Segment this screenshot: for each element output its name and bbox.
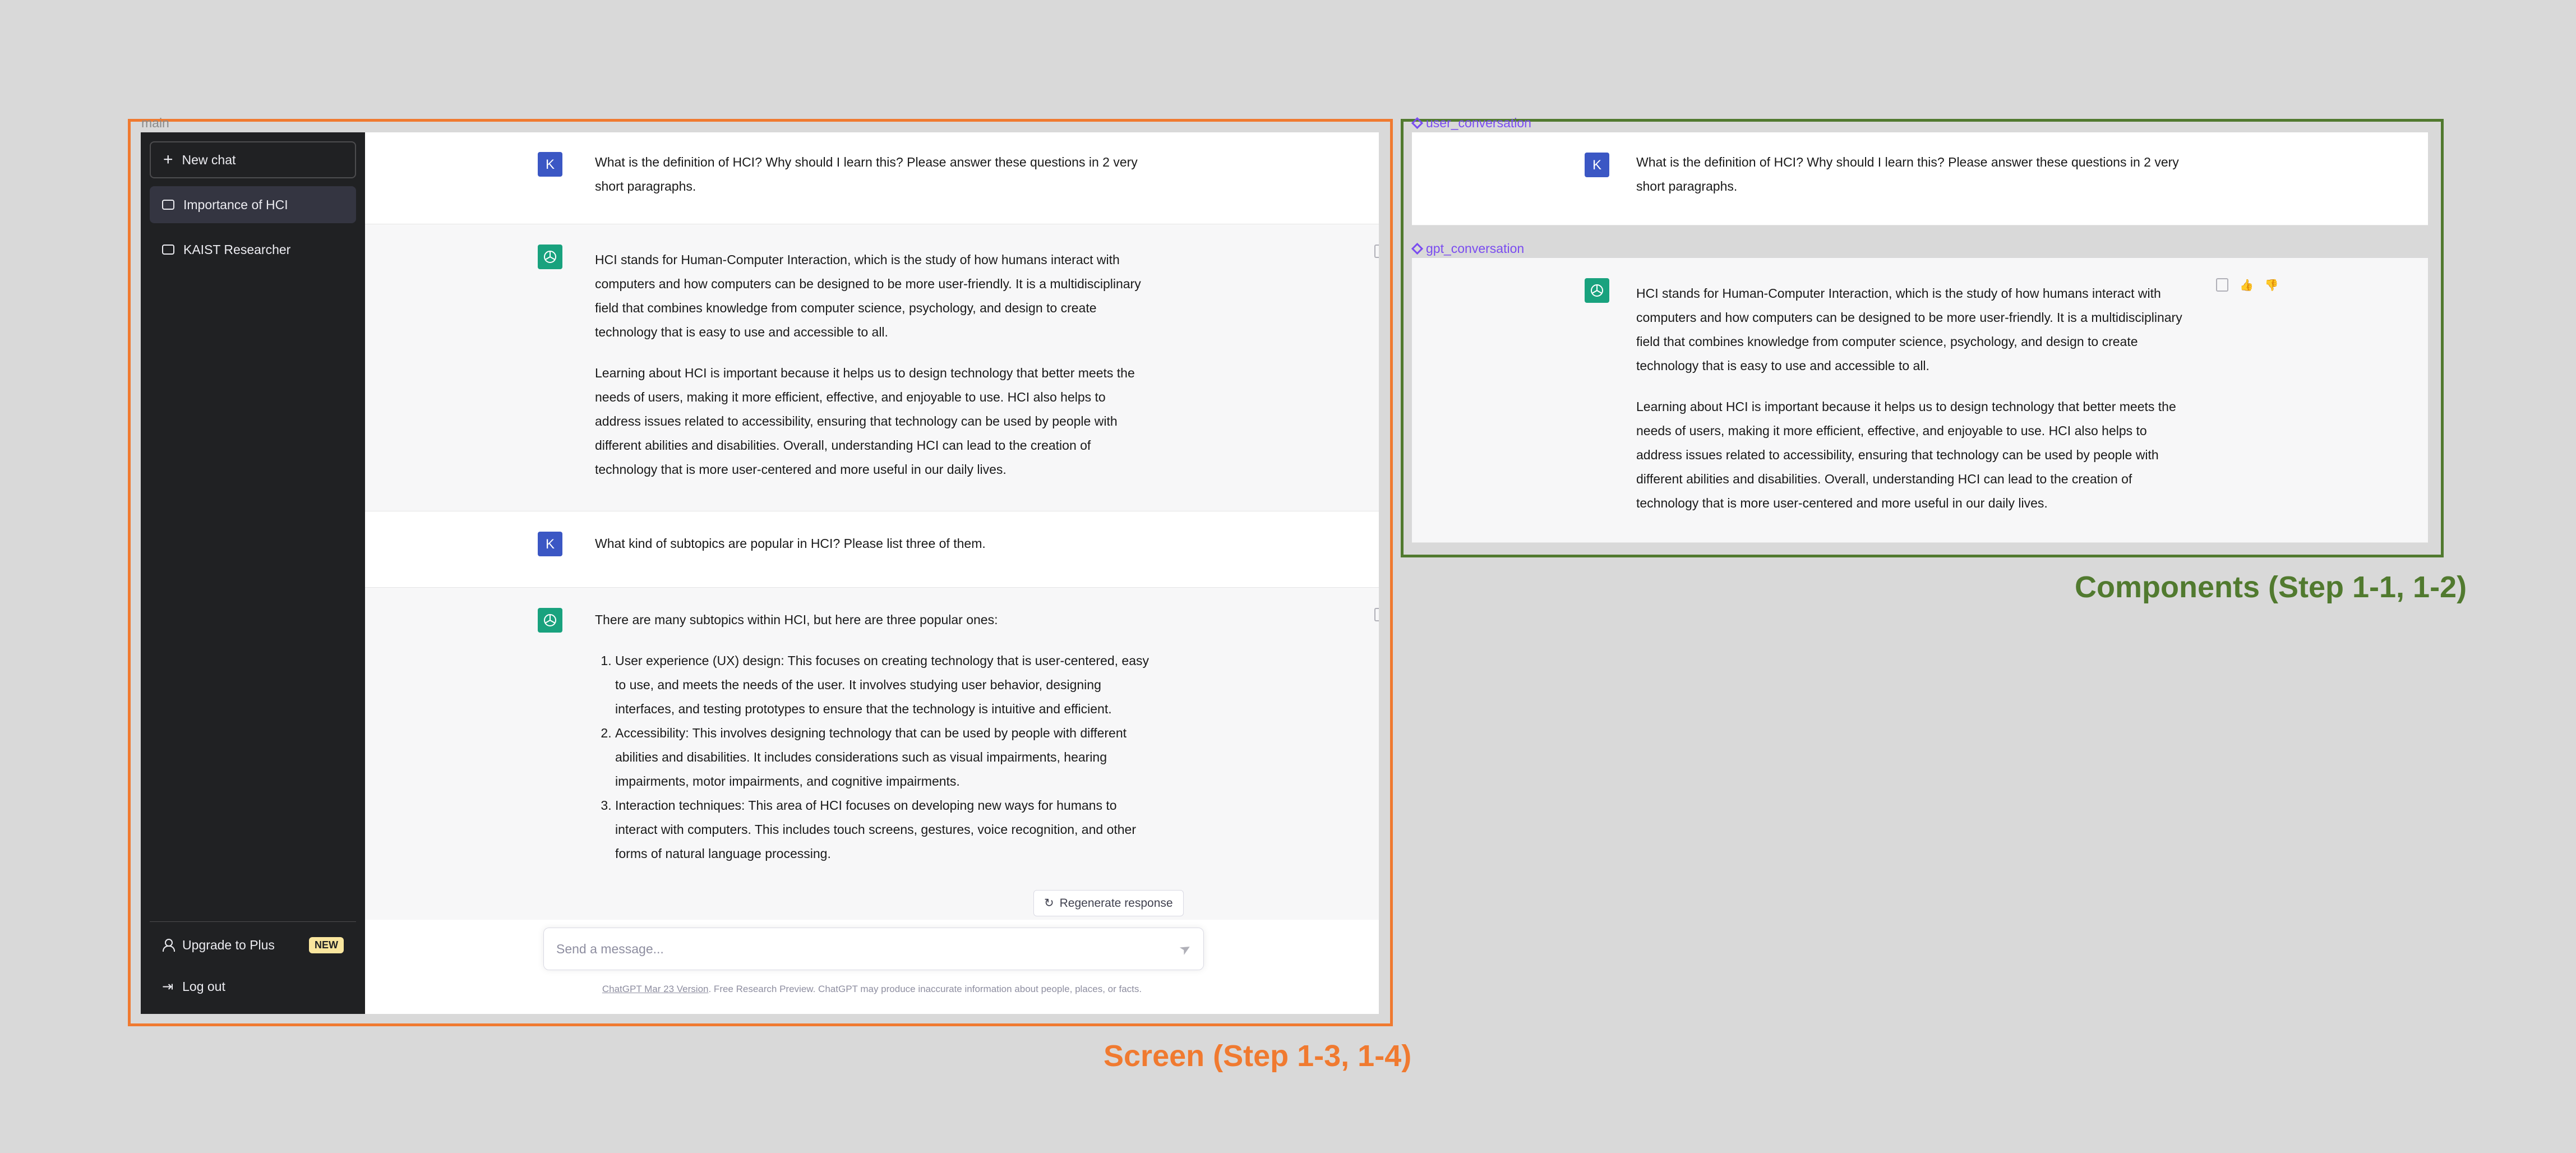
user-avatar: K — [538, 532, 562, 556]
user-message: K What kind of subtopics are popular in … — [365, 511, 1379, 588]
user-message-text: What is the definition of HCI? Why shoul… — [595, 155, 1138, 193]
logout-label: Log out — [182, 979, 225, 994]
sidebar-item-kaist-researcher[interactable]: KAIST Researcher — [150, 231, 356, 268]
disclaimer-text: . Free Research Preview. ChatGPT may pro… — [708, 984, 1142, 994]
regenerate-label: Regenerate response — [1059, 896, 1173, 910]
chatgpt-logo-icon — [1585, 278, 1609, 303]
copy-icon[interactable] — [1374, 245, 1379, 258]
user-avatar: K — [538, 152, 562, 177]
message-actions: 👍 👎 — [2216, 278, 2279, 292]
copy-icon[interactable] — [1374, 608, 1379, 621]
upgrade-label: Upgrade to Plus — [182, 937, 275, 952]
list-item: Interaction techniques: This area of HCI… — [615, 794, 1150, 866]
gpt-conversation-component: HCI stands for Human-Computer Interactio… — [1412, 258, 2428, 543]
sidebar-item-importance-of-hci[interactable]: Importance of HCI — [150, 186, 356, 223]
chatgpt-logo-icon — [538, 608, 562, 633]
copy-icon[interactable] — [2216, 278, 2228, 292]
message-actions: 👍 👎 — [1374, 245, 1379, 259]
chat-app: + New chat Importance of HCI KAIST Resea… — [141, 132, 1379, 1014]
logout-icon: ⇥ — [162, 979, 174, 994]
message-actions: 👍 👎 — [1374, 608, 1379, 622]
new-chat-button[interactable]: + New chat — [150, 141, 356, 178]
sidebar-item-label: KAIST Researcher — [183, 242, 291, 257]
sidebar-footer: Upgrade to Plus NEW ⇥ Log out — [150, 921, 356, 1005]
thumbs-up-icon[interactable]: 👍 — [2240, 278, 2254, 292]
component-icon — [1411, 242, 1424, 255]
user-message: K What is the definition of HCI? Why sho… — [365, 132, 1379, 224]
version-link[interactable]: ChatGPT Mar 23 Version — [602, 984, 709, 994]
assistant-paragraph: Learning about HCI is important because … — [1636, 399, 2176, 510]
sidebar: + New chat Importance of HCI KAIST Resea… — [141, 132, 365, 1014]
new-chat-label: New chat — [182, 152, 236, 167]
component-name: user_conversation — [1426, 116, 1531, 130]
user-message-text: What kind of subtopics are popular in HC… — [595, 536, 986, 551]
conversation-pane: K What is the definition of HCI? Why sho… — [365, 132, 1379, 1014]
component-icon — [1411, 117, 1424, 130]
component-name: gpt_conversation — [1426, 241, 1525, 256]
chat-bubble-icon — [162, 200, 174, 210]
user-avatar: K — [1585, 153, 1609, 177]
assistant-paragraph: Learning about HCI is important because … — [595, 366, 1135, 477]
screen-caption: Screen (Step 1-3, 1-4) — [1104, 1039, 1412, 1073]
assistant-paragraph: HCI stands for Human-Computer Interactio… — [1636, 286, 2182, 373]
plus-icon: + — [163, 150, 173, 169]
send-icon[interactable]: ➤ — [1176, 939, 1194, 958]
list-item: Accessibility: This involves designing t… — [615, 721, 1150, 794]
new-badge: NEW — [309, 937, 344, 953]
chat-bubble-icon — [162, 245, 174, 255]
sidebar-item-label: Importance of HCI — [183, 197, 288, 212]
regenerate-response-button[interactable]: ↻ Regenerate response — [1033, 890, 1184, 916]
user-component-label: user_conversation — [1411, 116, 1531, 131]
list-item: User experience (UX) design: This focuse… — [615, 649, 1150, 721]
subtopic-list: User experience (UX) design: This focuse… — [595, 649, 1150, 866]
assistant-paragraph: HCI stands for Human-Computer Interactio… — [595, 252, 1141, 339]
components-caption: Components (Step 1-1, 1-2) — [2075, 570, 2467, 604]
thumbs-down-icon[interactable]: 👎 — [2265, 278, 2279, 292]
user-icon — [162, 939, 175, 952]
main-frame-label: main — [141, 116, 169, 130]
log-out-button[interactable]: ⇥ Log out — [150, 968, 356, 1005]
gpt-component-label: gpt_conversation — [1411, 241, 1525, 256]
user-conversation-component: K What is the definition of HCI? Why sho… — [1412, 132, 2428, 225]
composer-area: Send a message... ➤ ChatGPT Mar 23 Versi… — [365, 920, 1379, 1014]
message-input[interactable]: Send a message... ➤ — [543, 928, 1204, 970]
assistant-message: HCI stands for Human-Computer Interactio… — [365, 224, 1379, 511]
refresh-icon: ↻ — [1044, 897, 1054, 910]
assistant-intro: There are many subtopics within HCI, but… — [595, 612, 998, 627]
upgrade-to-plus-button[interactable]: Upgrade to Plus NEW — [150, 926, 356, 963]
footer-disclaimer: ChatGPT Mar 23 Version. Free Research Pr… — [365, 984, 1379, 995]
user-message-text: What is the definition of HCI? Why shoul… — [1636, 155, 2179, 193]
message-input-placeholder: Send a message... — [556, 941, 664, 956]
chatgpt-logo-icon — [538, 245, 562, 269]
